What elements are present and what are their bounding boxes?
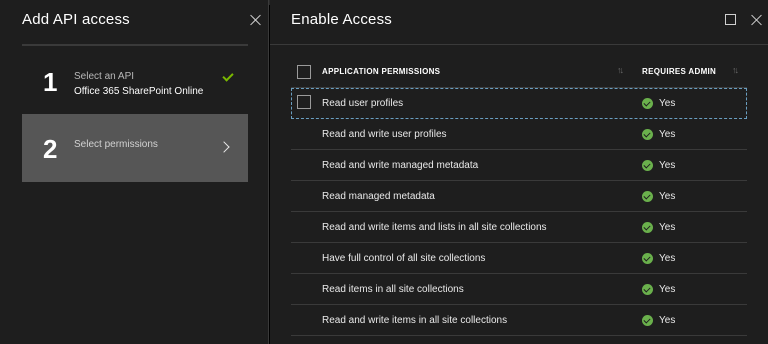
maximize-icon[interactable] xyxy=(725,14,736,25)
column-header-permissions[interactable]: APPLICATION PERMISSIONS xyxy=(322,67,440,76)
close-icon[interactable] xyxy=(250,14,262,26)
blade-title: Enable Access xyxy=(291,11,392,28)
step-select-api[interactable]: 1 Select an API Office 365 SharePoint On… xyxy=(22,46,248,114)
table-row[interactable]: Read managed metadata Yes xyxy=(291,181,747,212)
add-api-access-blade: Add API access 1 Select an API Office 36… xyxy=(0,0,269,344)
green-check-circle-icon xyxy=(642,191,653,202)
step-label: Select an API xyxy=(74,71,135,82)
table-row[interactable]: Read and write user profiles Yes xyxy=(291,119,747,150)
table-row[interactable]: Read user profiles Yes xyxy=(291,88,747,119)
requires-admin-value: Yes xyxy=(659,160,676,171)
permission-name: Read managed metadata xyxy=(322,191,435,202)
requires-admin-value: Yes xyxy=(659,98,676,109)
table-row[interactable]: Read and write items in all site collect… xyxy=(291,305,747,336)
enable-access-blade: Enable Access APPLICATION PERMISSIONS ↑↓… xyxy=(270,0,768,344)
requires-admin-value: Yes xyxy=(659,191,676,202)
step-number: 1 xyxy=(43,67,58,97)
row-checkbox[interactable] xyxy=(297,95,311,109)
checkmark-icon xyxy=(222,70,234,82)
green-check-circle-icon xyxy=(642,129,653,140)
green-check-circle-icon xyxy=(642,160,653,171)
requires-admin-value: Yes xyxy=(659,222,676,233)
step-value: Office 365 SharePoint Online xyxy=(74,86,204,97)
blade-title: Add API access xyxy=(22,11,130,28)
green-check-circle-icon xyxy=(642,284,653,295)
green-check-circle-icon xyxy=(642,253,653,264)
permission-name: Read user profiles xyxy=(322,98,404,109)
permission-name: Have full control of all site collection… xyxy=(322,253,486,264)
close-icon[interactable] xyxy=(751,14,763,26)
permission-name: Read and write items in all site collect… xyxy=(322,315,508,326)
sort-icon[interactable]: ↑↓ xyxy=(617,65,624,75)
table-row[interactable]: Read and write managed metadata Yes xyxy=(291,150,747,181)
permissions-table: APPLICATION PERMISSIONS ↑↓ REQUIRES ADMI… xyxy=(291,56,747,336)
permission-name: Read and write items and lists in all si… xyxy=(322,222,547,233)
table-row[interactable]: Read items in all site collections Yes xyxy=(291,274,747,305)
green-check-circle-icon xyxy=(642,98,653,109)
column-header-requires-admin[interactable]: REQUIRES ADMIN xyxy=(642,67,716,76)
permission-name: Read and write managed metadata xyxy=(322,160,479,171)
divider xyxy=(270,44,768,45)
step-select-permissions[interactable]: 2 Select permissions xyxy=(22,114,248,182)
select-all-checkbox[interactable] xyxy=(297,65,311,79)
table-row[interactable]: Have full control of all site collection… xyxy=(291,243,747,274)
permission-name: Read and write user profiles xyxy=(322,129,447,140)
requires-admin-value: Yes xyxy=(659,284,676,295)
table-header: APPLICATION PERMISSIONS ↑↓ REQUIRES ADMI… xyxy=(291,56,747,88)
requires-admin-value: Yes xyxy=(659,129,676,140)
step-label: Select permissions xyxy=(74,139,158,150)
table-row[interactable]: Read and write items and lists in all si… xyxy=(291,212,747,243)
sort-icon[interactable]: ↑↓ xyxy=(732,65,739,75)
step-number: 2 xyxy=(43,134,58,164)
green-check-circle-icon xyxy=(642,222,653,233)
green-check-circle-icon xyxy=(642,315,653,326)
requires-admin-value: Yes xyxy=(659,315,676,326)
permission-name: Read items in all site collections xyxy=(322,284,464,295)
chevron-right-icon xyxy=(218,141,230,153)
requires-admin-value: Yes xyxy=(659,253,676,264)
